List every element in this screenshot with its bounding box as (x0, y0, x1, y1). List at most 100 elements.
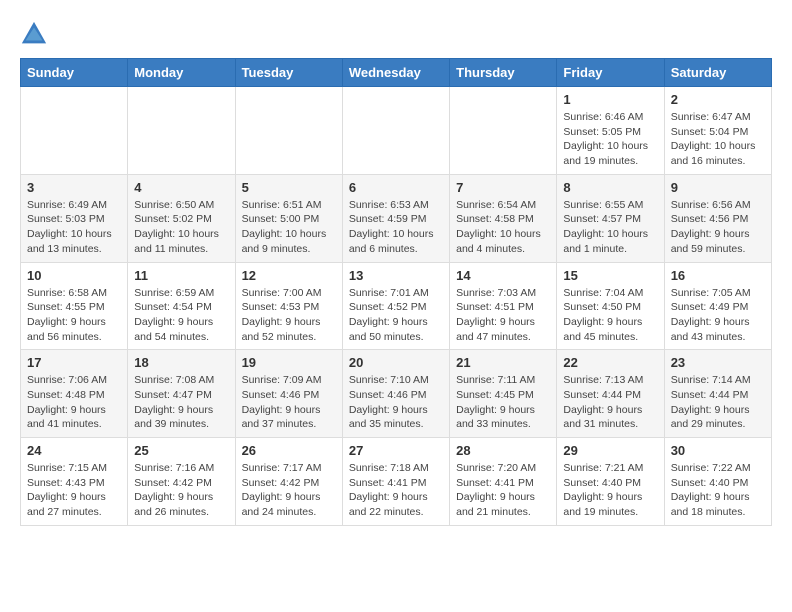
calendar-cell: 25 Sunrise: 7:16 AMSunset: 4:42 PMDayligh… (128, 438, 235, 526)
calendar-cell: 4 Sunrise: 6:50 AMSunset: 5:02 PMDaylight… (128, 174, 235, 262)
calendar-cell: 10 Sunrise: 6:58 AMSunset: 4:55 PMDayligh… (21, 262, 128, 350)
day-info: Sunrise: 6:46 AMSunset: 5:05 PMDaylight:… (563, 110, 657, 169)
calendar-cell: 2 Sunrise: 6:47 AMSunset: 5:04 PMDaylight… (664, 87, 771, 175)
calendar-cell: 1 Sunrise: 6:46 AMSunset: 5:05 PMDaylight… (557, 87, 664, 175)
calendar-week-row: 24 Sunrise: 7:15 AMSunset: 4:43 PMDayligh… (21, 438, 772, 526)
header-tuesday: Tuesday (235, 59, 342, 87)
day-number: 25 (134, 443, 228, 458)
calendar-cell: 27 Sunrise: 7:18 AMSunset: 4:41 PMDayligh… (342, 438, 449, 526)
calendar-week-row: 17 Sunrise: 7:06 AMSunset: 4:48 PMDayligh… (21, 350, 772, 438)
day-number: 4 (134, 180, 228, 195)
day-number: 17 (27, 355, 121, 370)
calendar-cell: 19Sunrise: 7:09 AMSunset: 4:46 PMDayligh… (235, 350, 342, 438)
day-number: 20 (349, 355, 443, 370)
day-info: Sunrise: 7:10 AMSunset: 4:46 PMDaylight:… (349, 373, 443, 432)
day-number: 6 (349, 180, 443, 195)
day-number: 24 (27, 443, 121, 458)
day-info: Sunrise: 6:49 AMSunset: 5:03 PMDaylight:… (27, 198, 121, 257)
day-info: Sunrise: 7:20 AMSunset: 4:41 PMDaylight:… (456, 461, 550, 520)
calendar-cell (235, 87, 342, 175)
calendar-cell: 24 Sunrise: 7:15 AMSunset: 4:43 PMDayligh… (21, 438, 128, 526)
day-number: 22 (563, 355, 657, 370)
calendar-cell: 5 Sunrise: 6:51 AMSunset: 5:00 PMDaylight… (235, 174, 342, 262)
calendar-cell: 6 Sunrise: 6:53 AMSunset: 4:59 PMDaylight… (342, 174, 449, 262)
calendar-cell: 8 Sunrise: 6:55 AMSunset: 4:57 PMDaylight… (557, 174, 664, 262)
day-number: 11 (134, 268, 228, 283)
calendar-cell (128, 87, 235, 175)
day-info: Sunrise: 7:14 AMSunset: 4:44 PMDaylight:… (671, 373, 765, 432)
day-info: Sunrise: 7:06 AMSunset: 4:48 PMDaylight:… (27, 373, 121, 432)
logo-icon (20, 20, 48, 48)
calendar-cell: 21 Sunrise: 7:11 AMSunset: 4:45 PMDayligh… (450, 350, 557, 438)
header-friday: Friday (557, 59, 664, 87)
day-info: Sunrise: 7:01 AMSunset: 4:52 PMDaylight:… (349, 286, 443, 345)
day-info: Sunrise: 7:00 AMSunset: 4:53 PMDaylight:… (242, 286, 336, 345)
header-wednesday: Wednesday (342, 59, 449, 87)
day-number: 3 (27, 180, 121, 195)
day-info: Sunrise: 6:50 AMSunset: 5:02 PMDaylight:… (134, 198, 228, 257)
calendar-cell: 26 Sunrise: 7:17 AMSunset: 4:42 PMDayligh… (235, 438, 342, 526)
day-number: 29 (563, 443, 657, 458)
day-number: 30 (671, 443, 765, 458)
day-number: 21 (456, 355, 550, 370)
day-info: Sunrise: 6:51 AMSunset: 5:00 PMDaylight:… (242, 198, 336, 257)
day-number: 7 (456, 180, 550, 195)
day-info: Sunrise: 7:11 AMSunset: 4:45 PMDaylight:… (456, 373, 550, 432)
header-saturday: Saturday (664, 59, 771, 87)
header-monday: Monday (128, 59, 235, 87)
day-info: Sunrise: 7:03 AMSunset: 4:51 PMDaylight:… (456, 286, 550, 345)
calendar-week-row: 1 Sunrise: 6:46 AMSunset: 5:05 PMDaylight… (21, 87, 772, 175)
logo (20, 20, 52, 48)
calendar-cell: 12 Sunrise: 7:00 AMSunset: 4:53 PMDayligh… (235, 262, 342, 350)
day-number: 10 (27, 268, 121, 283)
calendar-table: SundayMondayTuesdayWednesdayThursdayFrid… (20, 58, 772, 526)
day-info: Sunrise: 6:53 AMSunset: 4:59 PMDaylight:… (349, 198, 443, 257)
day-number: 12 (242, 268, 336, 283)
calendar-week-row: 3 Sunrise: 6:49 AMSunset: 5:03 PMDaylight… (21, 174, 772, 262)
calendar-week-row: 10 Sunrise: 6:58 AMSunset: 4:55 PMDayligh… (21, 262, 772, 350)
calendar-cell (21, 87, 128, 175)
day-number: 16 (671, 268, 765, 283)
calendar-cell: 28 Sunrise: 7:20 AMSunset: 4:41 PMDayligh… (450, 438, 557, 526)
calendar-cell (450, 87, 557, 175)
calendar-cell: 18 Sunrise: 7:08 AMSunset: 4:47 PMDayligh… (128, 350, 235, 438)
day-number: 1 (563, 92, 657, 107)
day-number: 15 (563, 268, 657, 283)
day-info: Sunrise: 7:21 AMSunset: 4:40 PMDaylight:… (563, 461, 657, 520)
header-thursday: Thursday (450, 59, 557, 87)
day-info: Sunrise: 6:55 AMSunset: 4:57 PMDaylight:… (563, 198, 657, 257)
day-info: Sunrise: 7:22 AMSunset: 4:40 PMDaylight:… (671, 461, 765, 520)
day-info: Sunrise: 6:58 AMSunset: 4:55 PMDaylight:… (27, 286, 121, 345)
day-number: 19 (242, 355, 336, 370)
day-info: Sunrise: 7:18 AMSunset: 4:41 PMDaylight:… (349, 461, 443, 520)
day-info: Sunrise: 7:16 AMSunset: 4:42 PMDaylight:… (134, 461, 228, 520)
day-number: 14 (456, 268, 550, 283)
day-number: 13 (349, 268, 443, 283)
calendar-cell: 9Sunrise: 6:56 AMSunset: 4:56 PMDaylight… (664, 174, 771, 262)
day-info: Sunrise: 7:15 AMSunset: 4:43 PMDaylight:… (27, 461, 121, 520)
day-number: 28 (456, 443, 550, 458)
calendar-cell: 22Sunrise: 7:13 AMSunset: 4:44 PMDayligh… (557, 350, 664, 438)
day-number: 5 (242, 180, 336, 195)
calendar-cell: 3 Sunrise: 6:49 AMSunset: 5:03 PMDaylight… (21, 174, 128, 262)
day-number: 27 (349, 443, 443, 458)
day-info: Sunrise: 7:08 AMSunset: 4:47 PMDaylight:… (134, 373, 228, 432)
calendar-header-row: SundayMondayTuesdayWednesdayThursdayFrid… (21, 59, 772, 87)
day-number: 2 (671, 92, 765, 107)
calendar-cell: 16Sunrise: 7:05 AMSunset: 4:49 PMDayligh… (664, 262, 771, 350)
day-info: Sunrise: 6:47 AMSunset: 5:04 PMDaylight:… (671, 110, 765, 169)
calendar-cell: 29 Sunrise: 7:21 AMSunset: 4:40 PMDayligh… (557, 438, 664, 526)
calendar-cell: 7Sunrise: 6:54 AMSunset: 4:58 PMDaylight… (450, 174, 557, 262)
day-number: 8 (563, 180, 657, 195)
calendar-cell: 11Sunrise: 6:59 AMSunset: 4:54 PMDayligh… (128, 262, 235, 350)
calendar-cell: 30 Sunrise: 7:22 AMSunset: 4:40 PMDayligh… (664, 438, 771, 526)
calendar-cell: 14 Sunrise: 7:03 AMSunset: 4:51 PMDayligh… (450, 262, 557, 350)
day-info: Sunrise: 7:17 AMSunset: 4:42 PMDaylight:… (242, 461, 336, 520)
day-number: 18 (134, 355, 228, 370)
day-info: Sunrise: 6:56 AMSunset: 4:56 PMDaylight:… (671, 198, 765, 257)
day-number: 26 (242, 443, 336, 458)
calendar-cell: 15Sunrise: 7:04 AMSunset: 4:50 PMDayligh… (557, 262, 664, 350)
calendar-cell: 23Sunrise: 7:14 AMSunset: 4:44 PMDayligh… (664, 350, 771, 438)
calendar-cell: 20 Sunrise: 7:10 AMSunset: 4:46 PMDayligh… (342, 350, 449, 438)
calendar-cell: 13 Sunrise: 7:01 AMSunset: 4:52 PMDayligh… (342, 262, 449, 350)
